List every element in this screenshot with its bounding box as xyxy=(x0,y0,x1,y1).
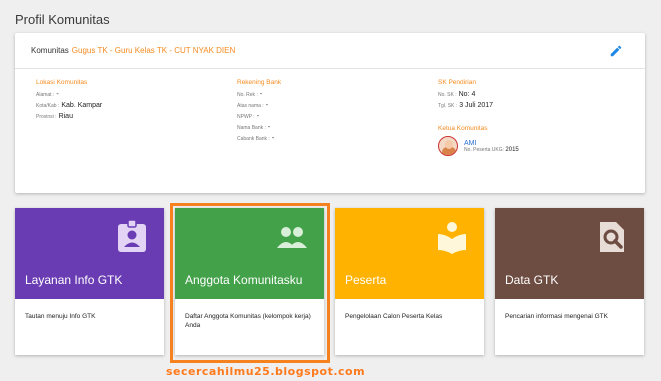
norek-row: No. Rek :- xyxy=(237,91,281,98)
rekening-heading: Rekening Bank xyxy=(237,79,282,86)
npwp-label: NPWP : xyxy=(237,114,255,120)
watermark: secercahilmu25.blogspot.com xyxy=(166,365,366,378)
cabang-row: Cabank Bank :- xyxy=(237,135,281,142)
reader-icon xyxy=(438,222,466,254)
ketua-name[interactable]: AMI xyxy=(464,140,519,147)
cabang-value: - xyxy=(271,135,275,142)
rekening-section: Rekening Bank No. Rek :- Atas nama :- NP… xyxy=(237,79,281,146)
tile-anggota-komunitasku[interactable]: Anggota Komunitasku Daftar Anggota Komun… xyxy=(175,208,324,355)
norek-value: - xyxy=(259,91,263,98)
norek-label: No. Rek : xyxy=(237,92,258,98)
tile-peserta[interactable]: Peserta Pengelolaan Calon Peserta Kelas xyxy=(335,208,484,355)
namabank-label: Nama Bank : xyxy=(237,125,266,131)
search-document-icon xyxy=(600,222,624,252)
card-header: Komunitas Gugus TK - Guru Kelas TK - CUT… xyxy=(15,33,645,69)
ketua-heading: Ketua Komunitas xyxy=(438,125,488,132)
nosk-row: No. SK : No: 4 xyxy=(438,91,519,98)
tile-data-gtk[interactable]: Data GTK Pencarian informasi mengenai GT… xyxy=(495,208,644,355)
tglsk-label: Tgl. SK : xyxy=(438,103,458,109)
tile-description: Pengelolaan Calon Peserta Kelas xyxy=(345,313,443,320)
avatar xyxy=(438,136,458,156)
page-title: Profil Komunitas xyxy=(15,12,110,27)
tile-description: Daftar Anggota Komunitas (kelompok kerja… xyxy=(185,313,311,330)
atasnama-row: Atas nama :- xyxy=(237,102,281,109)
kota-row: Kota/Kab : Kab. Kampar xyxy=(36,102,102,109)
tile-title: Peserta xyxy=(345,273,387,287)
tglsk-row: Tgl. SK :3 Juli 2017 xyxy=(438,102,519,109)
provinsi-row: Provinsi : Riau xyxy=(36,113,102,120)
group-icon xyxy=(277,227,307,248)
alamat-label: Alamat : xyxy=(36,92,55,98)
alamat-row: Alamat :- xyxy=(36,91,102,98)
badge-icon xyxy=(118,220,146,252)
profile-card: Komunitas Gugus TK - Guru Kelas TK - CUT… xyxy=(15,33,645,193)
kota-value: Kab. Kampar xyxy=(61,102,103,109)
provinsi-value: Riau xyxy=(58,113,73,120)
tile-title: Layanan Info GTK xyxy=(25,273,123,287)
nosk-label: No. SK : xyxy=(438,92,457,98)
sk-heading: SK Pendirian xyxy=(438,79,476,86)
alamat-value: - xyxy=(56,91,59,98)
ketua-member: AMI No. Peserta UKG: 2015 xyxy=(438,136,519,156)
tile-layanan-info-gtk[interactable]: Layanan Info GTK Tautan menuju Info GTK xyxy=(15,208,164,355)
community-name: Gugus TK - Guru Kelas TK - CUT NYAK DIEN xyxy=(71,46,236,55)
namabank-value: - xyxy=(267,124,271,131)
atasnama-label: Atas nama : xyxy=(237,103,264,109)
lokasi-section: Lokasi Komunitas Alamat :- Kota/Kab : Kab… xyxy=(36,79,102,124)
lokasi-heading: Lokasi Komunitas xyxy=(36,79,88,86)
tile-description: Pencarian informasi mengenai GTK xyxy=(505,313,608,320)
edit-icon[interactable] xyxy=(609,44,623,58)
community-prefix: Komunitas xyxy=(31,46,69,55)
tile-title: Data GTK xyxy=(505,273,559,287)
kota-label: Kota/Kab : xyxy=(36,103,60,109)
sk-section: SK Pendirian No. SK : No: 4 Tgl. SK :3 Ju… xyxy=(438,79,519,156)
atasnama-value: - xyxy=(265,102,269,109)
ukg-label: No. Peserta UKG: xyxy=(464,146,505,153)
tglsk-value: 3 Juli 2017 xyxy=(459,102,494,109)
provinsi-label: Provinsi : xyxy=(36,114,57,120)
tile-description: Tautan menuju Info GTK xyxy=(25,313,96,320)
npwp-row: NPWP :- xyxy=(237,113,281,120)
cabang-label: Cabank Bank : xyxy=(237,136,270,142)
ukg-value: 2015 xyxy=(505,146,519,153)
namabank-row: Nama Bank :- xyxy=(237,124,281,131)
tile-title: Anggota Komunitasku xyxy=(185,273,303,287)
nosk-value: No: 4 xyxy=(458,91,476,98)
npwp-value: - xyxy=(256,113,260,120)
